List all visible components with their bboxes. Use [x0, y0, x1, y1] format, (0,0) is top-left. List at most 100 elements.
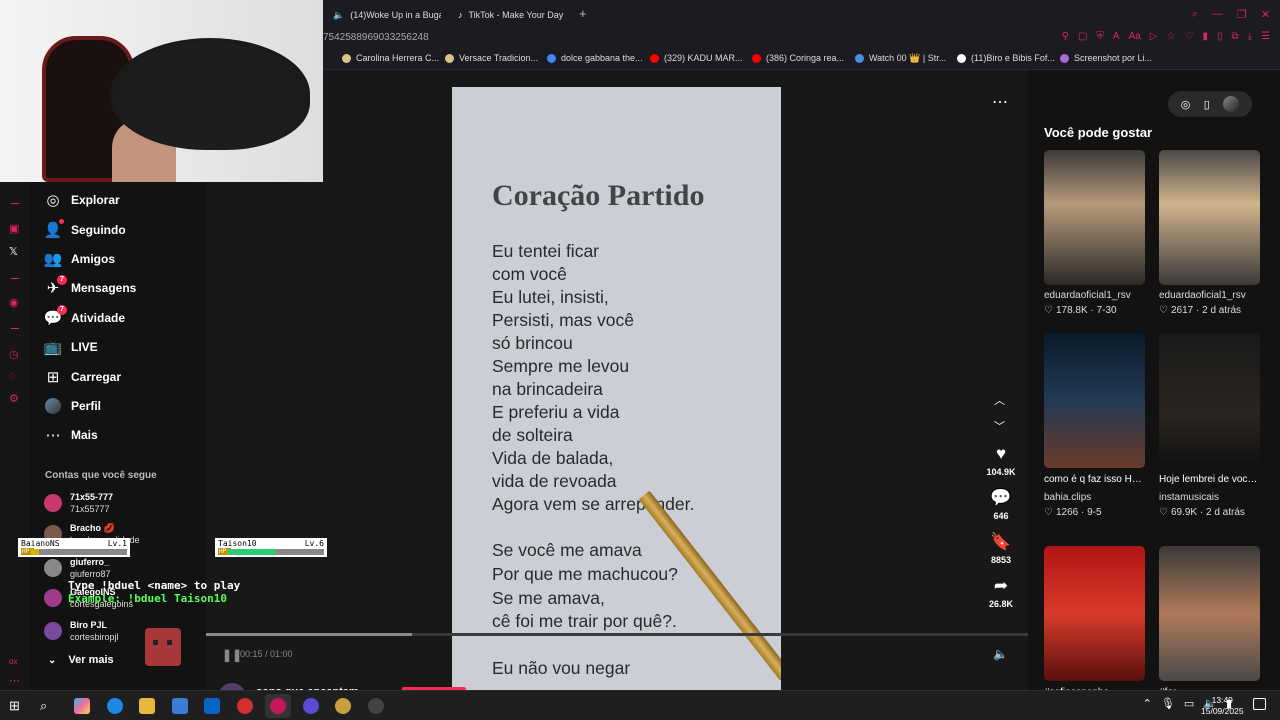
discord-icon[interactable]: [303, 698, 319, 714]
like-count: 104.9K: [986, 467, 1016, 477]
share-button[interactable]: ➦ 26.8K: [983, 576, 1019, 609]
minimize-icon[interactable]: —: [1212, 8, 1223, 21]
rail-ox-icon[interactable]: ox: [9, 657, 17, 666]
followed-account[interactable]: 71x55-777 71x55777: [44, 491, 113, 515]
bookmark-item[interactable]: dolce gabbana the...: [547, 53, 643, 63]
sidebar-item-carregar[interactable]: ⊞ Carregar: [44, 365, 121, 389]
microphone-icon[interactable]: 🎙: [1161, 697, 1175, 710]
battery-icon[interactable]: ▮: [1202, 31, 1208, 42]
video-card[interactable]: eduardaoficial1_rsv ♡ 178.8K · 7-30: [1044, 150, 1145, 316]
app-icon[interactable]: [237, 698, 253, 714]
sidebar-item-perfil[interactable]: Perfil: [44, 394, 101, 418]
notification-icon[interactable]: [1253, 698, 1266, 710]
new-tab-button[interactable]: +: [579, 7, 587, 21]
phone-icon[interactable]: ▯: [1204, 98, 1210, 111]
x-icon[interactable]: 𝕏: [9, 245, 18, 258]
bookmark-star-icon[interactable]: ☆: [1167, 31, 1176, 42]
shield-icon[interactable]: ⛨: [1096, 31, 1104, 42]
chevron-up-icon[interactable]: ︿: [994, 392, 1005, 408]
video-card[interactable]: #cofiaespanha: [1044, 546, 1145, 700]
tab-label: TikTok - Make Your Day: [468, 10, 564, 20]
chevron-down-icon[interactable]: ﹀: [994, 418, 1005, 434]
video-card[interactable]: como é q faz isso Helena... bahia.clips …: [1044, 333, 1145, 518]
friends-icon: 👥: [43, 251, 63, 268]
avatar[interactable]: [1223, 96, 1240, 112]
sidebar-item-mais[interactable]: ⋯ Mais: [44, 423, 98, 447]
twitch-icon[interactable]: ▣: [9, 222, 19, 235]
pin-icon[interactable]: ⚲: [1062, 31, 1069, 42]
sidebar-item-mensagens[interactable]: ✈ 7 Mensagens: [44, 275, 136, 300]
followed-account[interactable]: giuferro_ giuferro87: [44, 556, 111, 580]
tab-tiktok[interactable]: ♪ TikTok - Make Your Day: [458, 6, 568, 24]
windows-start-icon[interactable]: ⊞: [9, 698, 25, 714]
settings-icon[interactable]: ⚙: [9, 392, 19, 405]
read-icon[interactable]: Aa: [1129, 31, 1141, 42]
sidebar-item-live[interactable]: 📺 LIVE: [44, 335, 98, 359]
bookmark-item[interactable]: (11)Biro e Bibis Fof...: [957, 53, 1055, 63]
file-explorer-icon[interactable]: [139, 698, 155, 714]
see-more-button[interactable]: ⌄ Ver mais: [48, 654, 114, 666]
rail-more-icon[interactable]: ⋯: [9, 674, 20, 687]
screenshot-icon[interactable]: ▢: [1078, 31, 1087, 42]
store-icon[interactable]: [172, 698, 188, 714]
sidebar-item-amigos[interactable]: 👥 Amigos: [44, 247, 115, 271]
avatar: [44, 622, 62, 640]
edge-icon[interactable]: [107, 698, 123, 714]
compass-icon[interactable]: ◎: [1181, 98, 1191, 111]
bookmark-item[interactable]: (386) Coringa rea...: [752, 53, 844, 63]
clock-icon[interactable]: ◷: [9, 348, 19, 361]
opera-icon[interactable]: [270, 698, 286, 714]
sidebar-item-seguindo[interactable]: 👤 Seguindo: [44, 218, 126, 242]
bookmark-item[interactable]: Versace Tradicion...: [445, 53, 538, 63]
network-icon[interactable]: ▭: [1184, 697, 1194, 710]
system-clock[interactable]: 13:49 15/09/2025: [1201, 695, 1244, 717]
upload-plus-icon: ⊞: [46, 369, 60, 386]
close-icon[interactable]: ✕: [1261, 8, 1270, 21]
bookmark-icon: 🔖: [990, 532, 1012, 551]
bookmark-item[interactable]: Watch 00 👑 | Str...: [855, 53, 946, 64]
video-card[interactable]: Hoje lembrei de você... ✨❤️💫... instamus…: [1159, 333, 1260, 518]
copilot-icon[interactable]: [74, 698, 90, 714]
bookmark-item[interactable]: (329) KADU MAR...: [650, 53, 743, 63]
sidebar-item-explorar[interactable]: ◎ Explorar: [44, 188, 119, 212]
obs-icon[interactable]: [368, 698, 384, 714]
restore-icon[interactable]: ❐: [1237, 8, 1247, 21]
video-progress-bar[interactable]: [206, 633, 1028, 636]
outlook-icon[interactable]: [204, 698, 220, 714]
sidebar-item-atividade[interactable]: 💬 7 Atividade: [44, 305, 125, 330]
app-icon[interactable]: [335, 698, 351, 714]
save-button[interactable]: 🔖 8853: [983, 532, 1019, 565]
volume-icon[interactable]: 🔈: [993, 647, 1008, 661]
heart-icon[interactable]: ♡: [1184, 31, 1193, 42]
extensions-icon[interactable]: ⧉: [1231, 31, 1238, 42]
bookmark-favicon-icon: [342, 53, 351, 63]
search-icon[interactable]: ⌕: [1192, 8, 1198, 21]
poem-line: Eu tentei ficar: [492, 241, 599, 261]
avatar: [44, 559, 62, 577]
like-button[interactable]: ♥ 104.9K: [983, 444, 1019, 477]
chevron-up-icon[interactable]: ⌃: [1143, 697, 1152, 710]
url-field[interactable]: 7542588969033256248: [323, 32, 429, 43]
translate-icon[interactable]: A: [1113, 31, 1120, 42]
more-options-icon[interactable]: ⋯: [992, 92, 1009, 112]
sidebar-icon[interactable]: ▯: [1217, 31, 1223, 42]
bookmark-item[interactable]: Screenshot por Li...: [1060, 53, 1152, 63]
bookmark-favicon-icon: [957, 53, 966, 63]
duel-example: Example: !bduel Taison10: [68, 592, 227, 605]
menu-icon[interactable]: ☰: [1261, 31, 1270, 42]
video-card[interactable]: #fer: [1159, 546, 1260, 700]
tab-bugatti[interactable]: 🔈 (14)Woke Up in a Bugatti: [333, 6, 441, 24]
chat-icon[interactable]: ◌: [9, 370, 16, 382]
comment-button[interactable]: 💬 646: [983, 488, 1019, 521]
video-frame[interactable]: Coração Partido Eu tentei ficar com você…: [452, 87, 781, 690]
followed-account[interactable]: Biro PJL cortesbiropjl: [44, 619, 119, 643]
play-icon[interactable]: ▷: [1150, 31, 1158, 42]
comment-icon: 💬: [990, 488, 1012, 507]
search-icon[interactable]: ⌕: [40, 698, 56, 714]
video-card[interactable]: eduardaoficial1_rsv ♡ 2617 · 2 d atrás: [1159, 150, 1260, 316]
download-icon[interactable]: ⤓: [1248, 31, 1252, 42]
toolbar-icons: ⚲ ▢ ⛨ A Aa ▷ ☆ ♡ ▮ ▯ ⧉ ⤓ ☰: [1062, 31, 1270, 42]
send-icon: ✈ 7: [44, 275, 67, 297]
record-icon[interactable]: ◉: [9, 296, 19, 309]
bookmark-item[interactable]: Carolina Herrera C...: [342, 53, 439, 63]
